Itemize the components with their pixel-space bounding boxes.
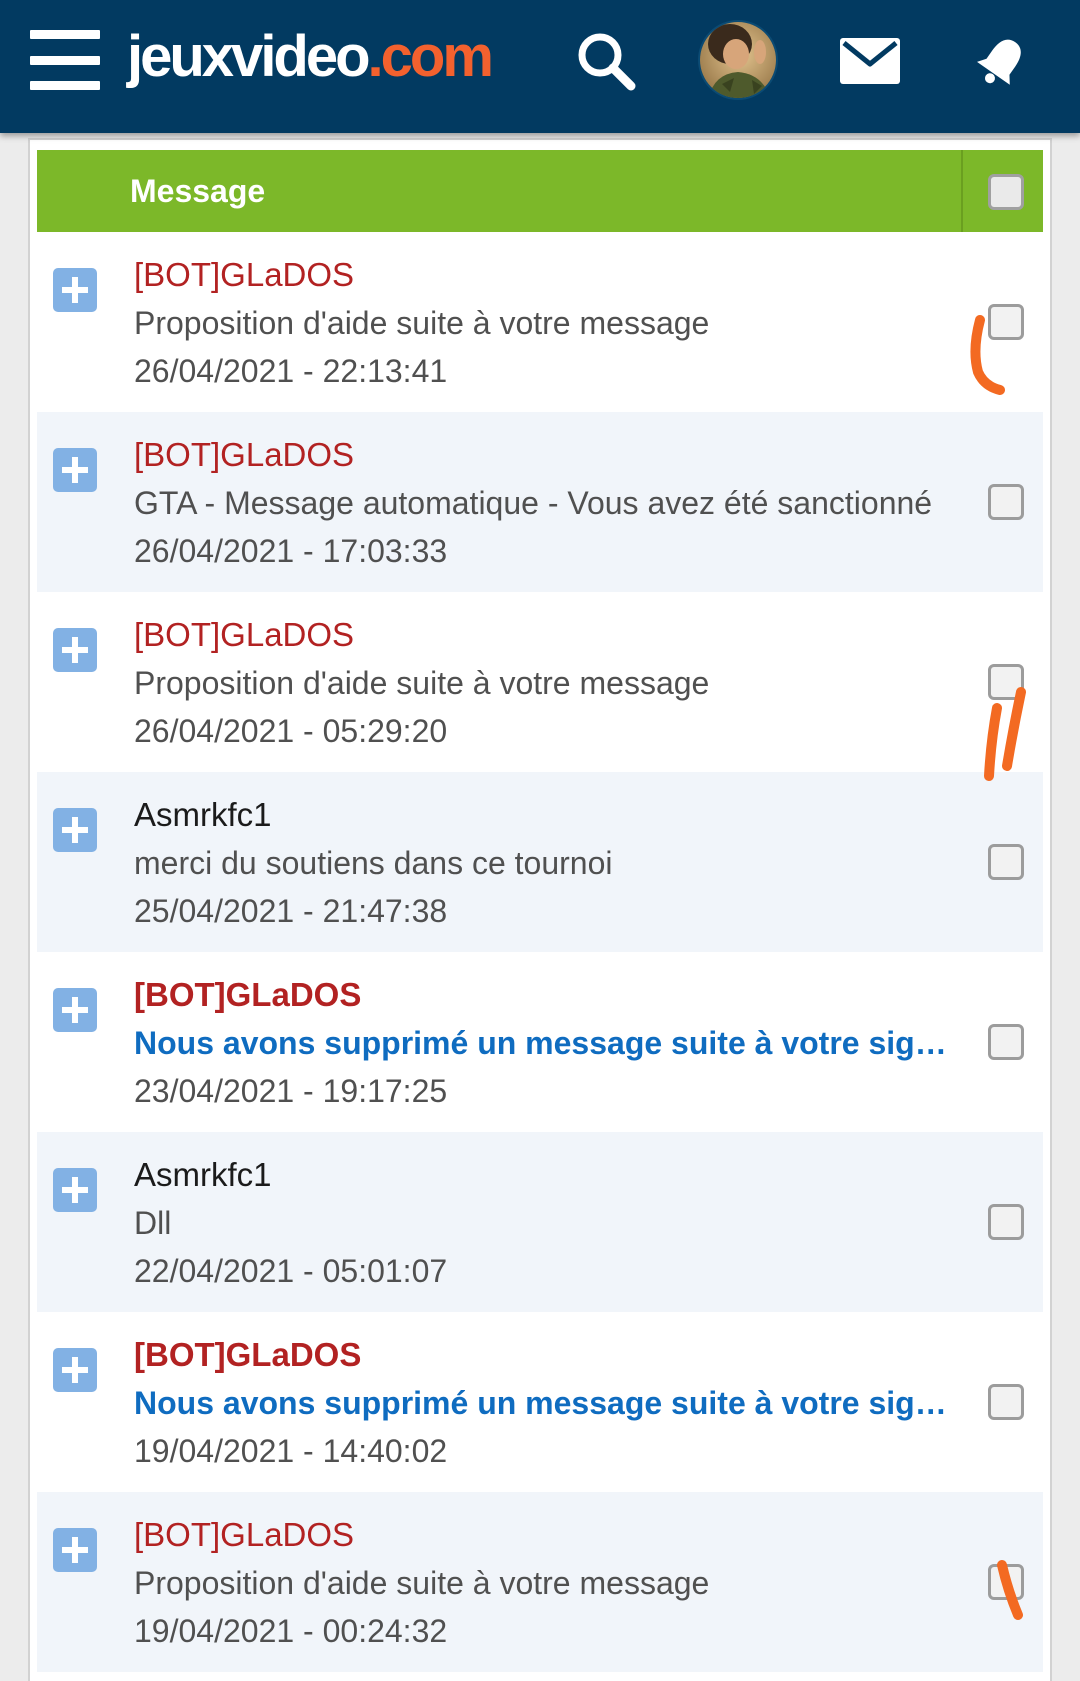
envelope-icon[interactable] (835, 26, 905, 96)
message-date: 26/04/2021 - 05:29:20 (134, 713, 448, 749)
app-screen: jeuxvideo.com Message [BOT]GLaDOS Propos… (0, 0, 1080, 1681)
message-author[interactable]: Asmrkfc1 (134, 794, 272, 836)
logo-tld-text: com (380, 24, 494, 89)
message-author[interactable]: [BOT]GLaDOS (134, 614, 354, 656)
message-row[interactable]: [BOT]GLaDOS GTA - Message automatique - … (37, 412, 1043, 592)
message-row-unread[interactable]: [BOT]GLaDOS Nous avons supprimé un messa… (37, 1312, 1043, 1492)
message-date: 26/04/2021 - 22:13:41 (134, 353, 448, 389)
expand-plus-icon[interactable] (53, 1528, 97, 1572)
message-author[interactable]: [BOT]GLaDOS (134, 434, 354, 476)
expand-plus-icon[interactable] (53, 808, 97, 852)
expand-plus-icon[interactable] (53, 268, 97, 312)
message-date: 26/04/2021 - 17:03:33 (134, 533, 448, 569)
message-date: 22/04/2021 - 05:01:07 (134, 1253, 448, 1289)
message-row[interactable]: Asmrkfc1 merci du soutiens dans ce tourn… (37, 772, 1043, 952)
expand-plus-icon[interactable] (53, 1168, 97, 1212)
bell-icon[interactable] (967, 26, 1037, 96)
message-checkbox[interactable] (988, 1384, 1024, 1420)
message-date: 19/04/2021 - 00:24:32 (134, 1613, 448, 1649)
message-row[interactable]: [BOT]GLaDOS Proposition d'aide suite à v… (37, 232, 1043, 412)
column-title-message: Message (130, 173, 266, 209)
hamburger-menu-icon[interactable] (30, 30, 100, 90)
site-logo[interactable]: jeuxvideo.com (127, 22, 494, 92)
message-subject[interactable]: Proposition d'aide suite à votre message (134, 662, 954, 704)
select-all-checkbox[interactable] (988, 174, 1024, 210)
message-date: 23/04/2021 - 19:17:25 (134, 1073, 448, 1109)
message-checkbox[interactable] (988, 664, 1024, 700)
expand-plus-icon[interactable] (53, 988, 97, 1032)
message-date: 25/04/2021 - 21:47:38 (134, 893, 448, 929)
message-row-unread[interactable]: [BOT]GLaDOS Nous avons supprimé un messa… (37, 952, 1043, 1132)
message-row[interactable]: Asmrkfc1 Dll 22/04/2021 - 05:01:07 (37, 1132, 1043, 1312)
logo-main-text: jeuxvideo (127, 24, 371, 89)
message-row[interactable]: [BOT]GLaDOS Proposition d'aide suite à v… (37, 1492, 1043, 1672)
message-subject[interactable]: Proposition d'aide suite à votre message (134, 1562, 954, 1604)
expand-plus-icon[interactable] (53, 1348, 97, 1392)
message-row[interactable]: [BOT]GLaDOS Proposition d'aide suite à v… (37, 592, 1043, 772)
search-icon[interactable] (571, 26, 641, 96)
messages-panel: Message [BOT]GLaDOS Proposition d'aide s… (28, 138, 1052, 1681)
message-date: 19/04/2021 - 14:40:02 (134, 1433, 448, 1469)
message-author[interactable]: Asmrkfc1 (134, 1154, 272, 1196)
message-subject[interactable]: Nous avons supprimé un message suite à v… (134, 1382, 954, 1424)
message-subject[interactable]: merci du soutiens dans ce tournoi (134, 842, 954, 884)
message-checkbox[interactable] (988, 1024, 1024, 1060)
messages-table-header: Message (37, 150, 1043, 232)
message-checkbox[interactable] (988, 484, 1024, 520)
message-author[interactable]: [BOT]GLaDOS (134, 974, 361, 1016)
message-checkbox[interactable] (988, 1564, 1024, 1600)
message-checkbox[interactable] (988, 844, 1024, 880)
message-author[interactable]: [BOT]GLaDOS (134, 1514, 354, 1556)
message-checkbox[interactable] (988, 1204, 1024, 1240)
message-subject[interactable]: GTA - Message automatique - Vous avez ét… (134, 482, 954, 524)
user-avatar[interactable] (698, 20, 778, 100)
message-author[interactable]: [BOT]GLaDOS (134, 254, 354, 296)
logo-dot-text: . (367, 24, 384, 89)
top-navigation-bar: jeuxvideo.com (0, 0, 1080, 133)
message-subject[interactable]: Nous avons supprimé un message suite à v… (134, 1022, 954, 1064)
message-subject[interactable]: Dll (134, 1202, 954, 1244)
message-checkbox[interactable] (988, 304, 1024, 340)
column-divider (961, 150, 963, 232)
expand-plus-icon[interactable] (53, 448, 97, 492)
expand-plus-icon[interactable] (53, 628, 97, 672)
message-subject[interactable]: Proposition d'aide suite à votre message (134, 302, 954, 344)
message-author[interactable]: [BOT]GLaDOS (134, 1334, 361, 1376)
